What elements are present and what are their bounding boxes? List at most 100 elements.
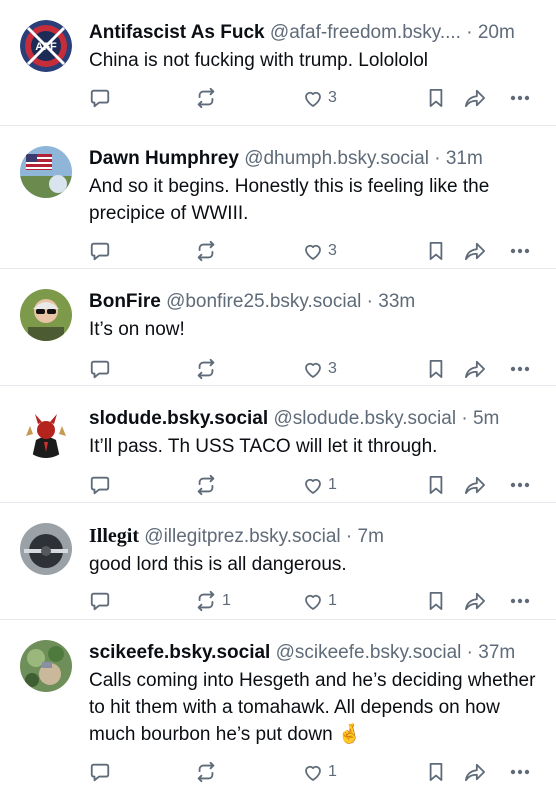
heart-icon [302, 241, 324, 262]
more-options-button[interactable] [510, 355, 530, 383]
repost-button[interactable] [194, 355, 222, 383]
repost-button[interactable]: 1 [194, 587, 231, 615]
post-content: scikeefe.bsky.social @scikeefe.bsky.soci… [89, 640, 542, 783]
repost-icon [194, 240, 218, 262]
post-item[interactable]: scikeefe.bsky.social @scikeefe.bsky.soci… [0, 620, 556, 800]
like-button[interactable]: 3 [302, 237, 337, 265]
bookmark-button[interactable] [427, 587, 445, 615]
post-text: good lord this is all dangerous. [89, 554, 347, 575]
post-timestamp[interactable]: 31m [446, 148, 483, 169]
like-button[interactable]: 1 [302, 758, 337, 786]
author-handle[interactable]: @dhumph.bsky.social [244, 148, 429, 169]
reply-bubble-icon [89, 358, 111, 380]
repost-icon [194, 590, 218, 612]
heart-icon [302, 359, 324, 380]
post-actions: 3 [89, 237, 542, 265]
share-button[interactable] [464, 471, 486, 499]
bookmark-button[interactable] [427, 84, 445, 112]
post-timestamp[interactable]: 37m [478, 642, 515, 663]
bookmark-button[interactable] [427, 355, 445, 383]
repost-button[interactable] [194, 471, 222, 499]
more-dots-icon [510, 598, 530, 604]
post-text: Calls coming into Hesgeth and he’s decid… [89, 670, 536, 745]
post-item[interactable]: AFF Antifascist As Fuck @afaf-freedom.bs… [0, 0, 556, 126]
avatar[interactable]: AFF [20, 20, 72, 72]
separator-dot: · [366, 291, 373, 312]
post-timestamp[interactable]: 7m [358, 526, 384, 547]
post-item[interactable]: slodude.bsky.social @slodude.bsky.social… [0, 386, 556, 503]
person-sunglasses-avatar-icon [20, 289, 72, 341]
post-item[interactable]: Dawn Humphrey @dhumph.bsky.social · 31m … [0, 126, 556, 269]
author-handle[interactable]: @illegitprez.bsky.social [144, 526, 340, 547]
more-dots-icon [510, 248, 530, 254]
bookmark-button[interactable] [427, 237, 445, 265]
more-options-button[interactable] [510, 237, 530, 265]
share-button[interactable] [464, 355, 486, 383]
more-options-button[interactable] [510, 471, 530, 499]
author-name[interactable]: BonFire [89, 291, 161, 312]
author-name[interactable]: scikeefe.bsky.social [89, 642, 270, 663]
post-item[interactable]: BonFire @bonfire25.bsky.social · 33m It’… [0, 269, 556, 386]
reply-bubble-icon [89, 761, 111, 783]
avatar[interactable] [20, 523, 72, 575]
repost-button[interactable] [194, 84, 222, 112]
repost-button[interactable] [194, 237, 222, 265]
reply-button[interactable] [89, 471, 111, 499]
post-timestamp[interactable]: 5m [473, 408, 499, 429]
more-dots-icon [510, 366, 530, 372]
post-timestamp[interactable]: 20m [478, 22, 515, 43]
share-arrow-icon [464, 241, 486, 261]
post-text: It’ll pass. Th USS TACO will let it thro… [89, 436, 438, 457]
more-dots-icon [510, 482, 530, 488]
author-name[interactable]: Illegit [89, 525, 139, 547]
post-header: Dawn Humphrey @dhumph.bsky.social · 31m [89, 146, 542, 172]
avatar-logo-text: AFF [35, 41, 57, 53]
more-options-button[interactable] [510, 587, 530, 615]
share-button[interactable] [464, 587, 486, 615]
avatar[interactable] [20, 640, 72, 692]
like-button[interactable]: 3 [302, 355, 337, 383]
bookmark-icon [427, 358, 445, 380]
like-button[interactable]: 1 [302, 471, 337, 499]
author-handle[interactable]: @bonfire25.bsky.social [166, 291, 361, 312]
more-options-button[interactable] [510, 84, 530, 112]
reply-button[interactable] [89, 355, 111, 383]
reply-button[interactable] [89, 237, 111, 265]
share-button[interactable] [464, 237, 486, 265]
author-name[interactable]: slodude.bsky.social [89, 408, 268, 429]
reply-button[interactable] [89, 587, 111, 615]
flag-photo-avatar-icon [20, 146, 72, 198]
avatar[interactable] [20, 289, 72, 341]
author-handle[interactable]: @slodude.bsky.social [273, 408, 456, 429]
post-item[interactable]: Illegit @illegitprez.bsky.social · 7m go… [0, 503, 556, 620]
post-feed: AFF Antifascist As Fuck @afaf-freedom.bs… [0, 0, 556, 800]
author-name[interactable]: Antifascist As Fuck [89, 22, 265, 43]
author-handle[interactable]: @scikeefe.bsky.social [276, 642, 462, 663]
separator-dot: · [466, 642, 473, 663]
share-arrow-icon [464, 591, 486, 611]
post-header: slodude.bsky.social @slodude.bsky.social… [89, 406, 542, 432]
reply-button[interactable] [89, 84, 111, 112]
bookmark-icon [427, 240, 445, 262]
avatar[interactable] [20, 146, 72, 198]
share-button[interactable] [464, 758, 486, 786]
bookmark-button[interactable] [427, 471, 445, 499]
more-options-button[interactable] [510, 758, 530, 786]
garden-photo-avatar-icon [20, 640, 72, 692]
share-button[interactable] [464, 84, 486, 112]
reply-button[interactable] [89, 758, 111, 786]
author-handle[interactable]: @afaf-freedom.bsky.... [270, 22, 461, 43]
like-button[interactable]: 1 [302, 587, 337, 615]
author-name[interactable]: Dawn Humphrey [89, 148, 239, 169]
avatar[interactable] [20, 406, 72, 458]
repost-button[interactable] [194, 758, 222, 786]
reply-bubble-icon [89, 590, 111, 612]
repost-icon [194, 358, 218, 380]
separator-dot: · [434, 148, 441, 169]
bookmark-button[interactable] [427, 758, 445, 786]
separator-dot: · [345, 526, 353, 547]
post-timestamp[interactable]: 33m [378, 291, 415, 312]
like-button[interactable]: 3 [302, 84, 337, 112]
reply-bubble-icon [89, 474, 111, 496]
dark-photo-avatar-icon [20, 523, 72, 575]
